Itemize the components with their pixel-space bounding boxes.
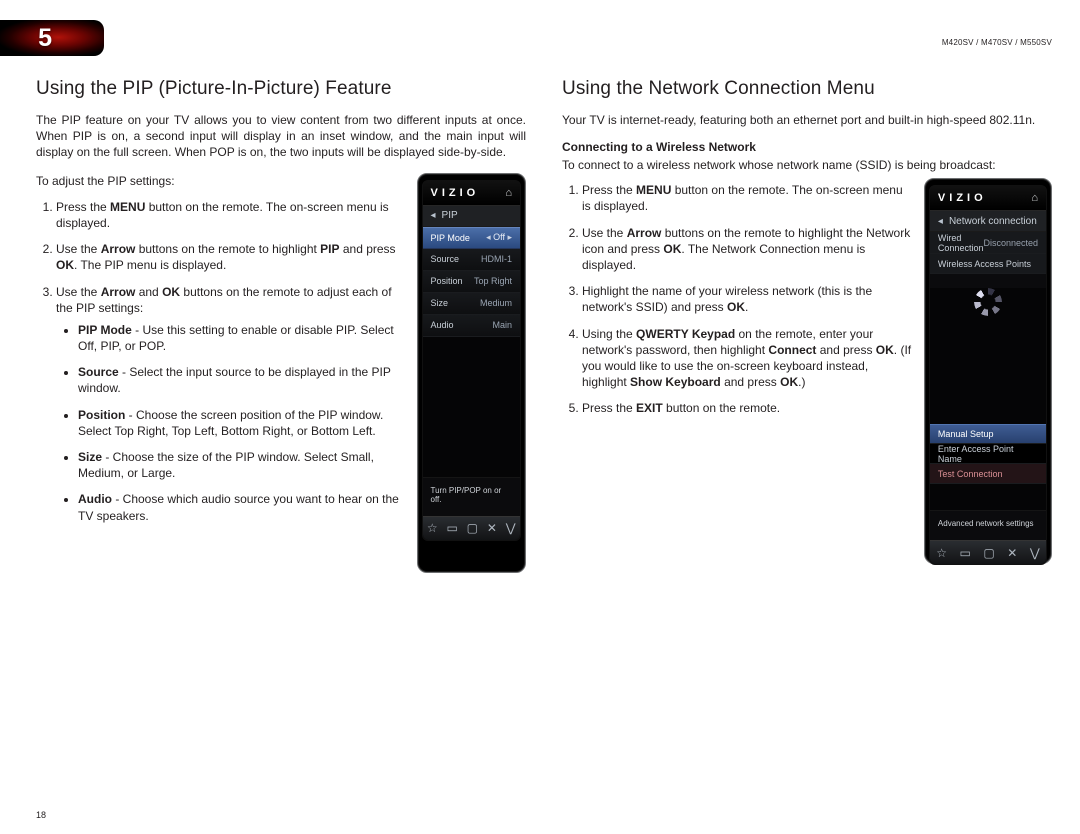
- hint-advanced: Advanced network settings: [930, 510, 1046, 540]
- crumb-label: PIP: [442, 210, 458, 221]
- row-enter-ap: Enter Access Point Name: [930, 444, 1046, 464]
- chapter-number: 5: [38, 24, 52, 53]
- crumb-label: Network connection: [949, 216, 1037, 227]
- rect-icon: ▭: [447, 521, 458, 535]
- home-icon: ⌂: [505, 187, 512, 199]
- list-item: Source - Select the input source to be d…: [78, 364, 403, 396]
- page-number: 18: [36, 810, 46, 820]
- row-wireless-ap-header: Wireless Access Points: [930, 254, 1046, 274]
- spinner-area: [930, 288, 1046, 354]
- vizio-logo: VIZIO: [938, 192, 987, 204]
- row-manual-setup: Manual Setup: [930, 424, 1046, 444]
- back-icon: ◂: [938, 216, 943, 227]
- left-text: To adjust the PIP settings: Press the ME…: [36, 173, 403, 534]
- list-item: Position - Choose the screen position of…: [78, 407, 403, 439]
- device-nav-bar: ☆ ▭ ▢ ✕ ⋁: [423, 516, 521, 540]
- list-item: Press the MENU button on the remote. The…: [56, 199, 403, 231]
- chevron-down-icon: ⋁: [1030, 546, 1040, 560]
- row-wired-connection: Wired Connection Disconnected: [930, 232, 1046, 254]
- empty-area: [930, 484, 1046, 510]
- list-item: Size - Choose the size of the PIP window…: [78, 449, 403, 481]
- square-icon: ▢: [983, 546, 994, 560]
- spinner-icon: [974, 288, 1002, 316]
- right-intro: Your TV is internet-ready, featuring bot…: [562, 112, 1052, 128]
- chevron-down-icon: ⋁: [506, 521, 516, 535]
- list-item: Press the EXIT button on the remote.: [582, 400, 914, 416]
- network-device-screenshot: VIZIO ⌂ ◂ Network connection Wired Conne…: [924, 178, 1052, 564]
- menu-row-pip-mode: PIP Mode ◂ Off ▸: [423, 227, 521, 249]
- left-intro: The PIP feature on your TV allows you to…: [36, 112, 526, 161]
- left-lead: To adjust the PIP settings:: [36, 173, 403, 189]
- pip-device-screenshot: VIZIO ⌂ ◂ PIP PIP Mode ◂ Off ▸ SourceHDM…: [417, 173, 527, 573]
- menu-row-source: SourceHDMI-1: [423, 249, 521, 271]
- star-icon: ☆: [936, 546, 947, 560]
- list-item: Use the Arrow buttons on the remote to h…: [582, 225, 914, 274]
- right-subhead: Connecting to a Wireless Network: [562, 140, 1052, 154]
- menu-row-size: SizeMedium: [423, 293, 521, 315]
- star-icon: ☆: [427, 521, 438, 535]
- back-icon: ◂: [431, 210, 436, 221]
- model-line: M420SV / M470SV / M550SV: [942, 38, 1052, 47]
- right-column: Using the Network Connection Menu Your T…: [562, 78, 1052, 573]
- left-bullets: PIP Mode - Use this setting to enable or…: [56, 322, 403, 524]
- right-text: Press the MENU button on the remote. The…: [562, 178, 914, 426]
- x-icon: ✕: [1007, 546, 1017, 560]
- device-nav-bar: ☆ ▭ ▢ ✕ ⋁: [930, 540, 1046, 564]
- list-item: Press the MENU button on the remote. The…: [582, 182, 914, 214]
- empty-area: [423, 337, 521, 477]
- left-heading: Using the PIP (Picture-In-Picture) Featu…: [36, 78, 526, 100]
- list-item: Audio - Choose which audio source you wa…: [78, 491, 403, 523]
- menu-row-audio: AudioMain: [423, 315, 521, 337]
- list-item: Use the Arrow buttons on the remote to h…: [56, 241, 403, 273]
- list-item: Using the QWERTY Keypad on the remote, e…: [582, 326, 914, 391]
- list-item: Highlight the name of your wireless netw…: [582, 283, 914, 315]
- vizio-logo: VIZIO: [431, 187, 480, 199]
- home-icon: ⌂: [1031, 192, 1038, 204]
- rect-icon: ▭: [959, 546, 970, 560]
- menu-row-position: PositionTop Right: [423, 271, 521, 293]
- hint-text: Turn PIP/POP on or off.: [423, 477, 521, 516]
- list-item: PIP Mode - Use this setting to enable or…: [78, 322, 403, 354]
- chapter-badge: 5: [0, 20, 104, 56]
- right-steps: Press the MENU button on the remote. The…: [562, 182, 914, 416]
- left-steps: Press the MENU button on the remote. The…: [36, 199, 403, 524]
- left-column: Using the PIP (Picture-In-Picture) Featu…: [36, 78, 526, 573]
- list-item: Use the Arrow and OK buttons on the remo…: [56, 284, 403, 524]
- square-icon: ▢: [467, 521, 478, 535]
- row-test-connection: Test Connection: [930, 464, 1046, 484]
- right-sublead: To connect to a wireless network whose n…: [562, 158, 1052, 172]
- empty-area: [930, 354, 1046, 424]
- right-heading: Using the Network Connection Menu: [562, 78, 1052, 100]
- x-icon: ✕: [487, 521, 497, 535]
